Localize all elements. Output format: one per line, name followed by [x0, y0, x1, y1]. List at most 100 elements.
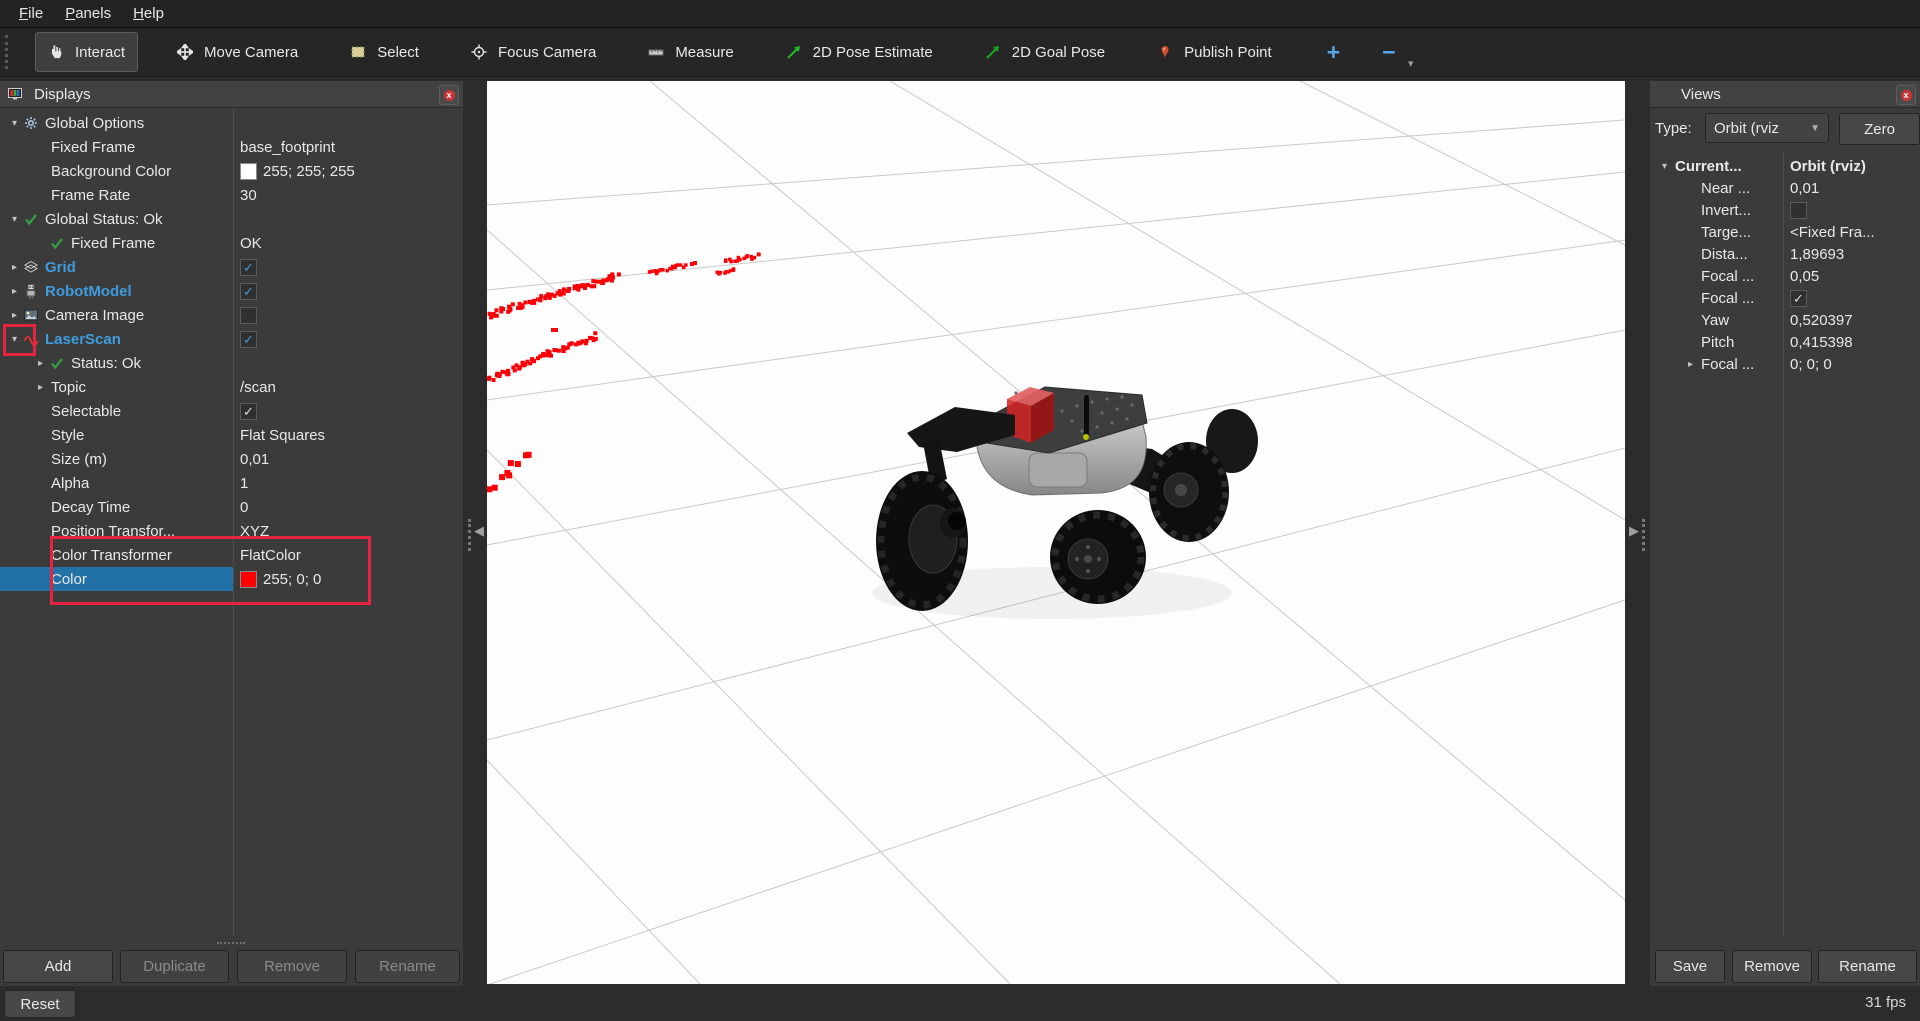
views-panel-titlebar[interactable]: Views x [1650, 81, 1920, 108]
expand-arrow-icon[interactable]: ▸ [6, 310, 23, 321]
tree-row-global-status-ok[interactable]: ▾Global Status: Ok [0, 207, 463, 231]
menu-file[interactable]: File [8, 2, 54, 25]
splitter-grip[interactable] [468, 519, 471, 551]
checkbox-unchecked[interactable] [240, 307, 257, 324]
expand-arrow-icon[interactable]: ▸ [6, 286, 23, 297]
panel-resize-handle[interactable] [217, 942, 245, 944]
add-display-button[interactable]: Add [3, 950, 113, 983]
tree-row-background-color[interactable]: Background Color255; 255; 255 [0, 159, 463, 183]
tree-row-topic[interactable]: ▸Topic/scan [0, 375, 463, 399]
remove-view-button[interactable]: Remove [1732, 950, 1812, 983]
toolbar-drag-handle[interactable] [5, 35, 13, 69]
tool-move-camera[interactable]: Move Camera [164, 32, 311, 72]
value-text[interactable]: base_footprint [240, 139, 335, 156]
tree-row-dista[interactable]: Dista...1,89693 [1650, 243, 1920, 265]
value-text[interactable]: 255; 255; 255 [263, 163, 355, 180]
value-text[interactable]: 0,01 [1790, 180, 1819, 197]
tool-interact[interactable]: Interact [35, 32, 138, 72]
value-text[interactable]: 0,520397 [1790, 312, 1853, 329]
tool-measure[interactable]: Measure [635, 32, 746, 72]
zero-button[interactable]: Zero [1839, 113, 1920, 145]
tool-publish-point[interactable]: Publish Point [1144, 32, 1285, 72]
splitter-grip[interactable] [1642, 519, 1645, 551]
tree-row-targe[interactable]: Targe...<Fixed Fra... [1650, 221, 1920, 243]
value-text[interactable]: 0 [240, 499, 248, 516]
tree-row-position-transfor[interactable]: Position Transfor...XYZ [0, 519, 463, 543]
tree-row-color[interactable]: Color255; 0; 0 [0, 567, 463, 591]
expand-arrow-icon[interactable]: ▸ [32, 382, 49, 393]
value-text[interactable]: 0,415398 [1790, 334, 1853, 351]
color-swatch[interactable] [240, 571, 257, 588]
value-text[interactable]: 30 [240, 187, 257, 204]
value-text[interactable]: 1 [240, 475, 248, 492]
collapse-arrow-icon[interactable]: ▾ [6, 118, 23, 129]
tree-row-global-options[interactable]: ▾Global Options [0, 111, 463, 135]
checkbox-checked[interactable]: ✓ [240, 283, 257, 300]
tree-row-focal[interactable]: Focal ...✓ [1650, 287, 1920, 309]
expand-arrow-icon[interactable]: ▸ [1682, 359, 1699, 370]
close-views-button[interactable]: x [1896, 85, 1916, 105]
right-splitter[interactable]: ▶ [1625, 81, 1650, 986]
tool-2d-goal-pose[interactable]: 2D Goal Pose [972, 32, 1118, 72]
collapse-arrow-icon[interactable]: ▾ [6, 214, 23, 225]
tree-row-camera-image[interactable]: ▸Camera Image [0, 303, 463, 327]
remove-tool-button[interactable]: −▾ [1382, 39, 1395, 66]
tree-row-fixed-frame[interactable]: Fixed FrameOK [0, 231, 463, 255]
tool-select[interactable]: Select [337, 32, 432, 72]
expand-arrow-icon[interactable]: ▸ [32, 358, 49, 369]
reset-button[interactable]: Reset [4, 990, 76, 1018]
tree-row-selectable[interactable]: Selectable✓ [0, 399, 463, 423]
tree-row-focal[interactable]: Focal ...0,05 [1650, 265, 1920, 287]
tree-row-current[interactable]: ▾Current...Orbit (rviz) [1650, 155, 1920, 177]
value-text[interactable]: 1,89693 [1790, 246, 1844, 263]
tool-2d-pose-estimate[interactable]: 2D Pose Estimate [773, 32, 946, 72]
tree-row-status-ok[interactable]: ▸Status: Ok [0, 351, 463, 375]
tree-row-focal[interactable]: ▸Focal ...0; 0; 0 [1650, 353, 1920, 375]
tree-row-invert[interactable]: Invert... [1650, 199, 1920, 221]
tree-row-color-transformer[interactable]: Color TransformerFlatColor [0, 543, 463, 567]
save-view-button[interactable]: Save [1655, 950, 1725, 983]
value-text[interactable]: /scan [240, 379, 276, 396]
menu-help[interactable]: Help [122, 2, 175, 25]
tree-row-decay-time[interactable]: Decay Time0 [0, 495, 463, 519]
checkbox-checked[interactable]: ✓ [240, 331, 257, 348]
view-type-dropdown[interactable]: Orbit (rviz ▼ [1705, 113, 1829, 143]
tool-focus-camera[interactable]: Focus Camera [458, 32, 609, 72]
collapse-left-icon[interactable]: ◀ [474, 523, 484, 539]
value-text[interactable]: 255; 0; 0 [263, 571, 321, 588]
value-text[interactable]: 0,05 [1790, 268, 1819, 285]
menu-panels[interactable]: Panels [54, 2, 122, 25]
expand-arrow-icon[interactable]: ▸ [6, 262, 23, 273]
left-splitter[interactable]: ◀ [463, 81, 487, 986]
add-tool-button[interactable]: + [1327, 39, 1340, 66]
tree-row-style[interactable]: StyleFlat Squares [0, 423, 463, 447]
collapse-arrow-icon[interactable]: ▾ [1656, 161, 1673, 172]
tree-row-fixed-frame[interactable]: Fixed Framebase_footprint [0, 135, 463, 159]
color-swatch[interactable] [240, 163, 257, 180]
close-displays-button[interactable]: x [439, 85, 459, 105]
value-text[interactable]: FlatColor [240, 547, 301, 564]
value-text[interactable]: OK [240, 235, 262, 252]
tree-row-frame-rate[interactable]: Frame Rate30 [0, 183, 463, 207]
tree-row-yaw[interactable]: Yaw0,520397 [1650, 309, 1920, 331]
checkbox-checked[interactable]: ✓ [240, 403, 257, 420]
checkbox-checked[interactable]: ✓ [1790, 290, 1807, 307]
rename-view-button[interactable]: Rename [1818, 950, 1917, 983]
value-text[interactable]: 0; 0; 0 [1790, 356, 1832, 373]
value-text[interactable]: <Fixed Fra... [1790, 224, 1875, 241]
3d-viewport[interactable] [487, 81, 1625, 984]
value-text[interactable]: XYZ [240, 523, 269, 540]
tree-row-laserscan[interactable]: ▾LaserScan✓ [0, 327, 463, 351]
chevron-down-icon[interactable]: ▾ [1408, 57, 1414, 70]
collapse-arrow-icon[interactable]: ▾ [6, 334, 23, 345]
checkbox-unchecked[interactable] [1790, 202, 1807, 219]
value-text[interactable]: 0,01 [240, 451, 269, 468]
tree-row-alpha[interactable]: Alpha1 [0, 471, 463, 495]
checkbox-checked[interactable]: ✓ [240, 259, 257, 276]
tree-row-grid[interactable]: ▸Grid✓ [0, 255, 463, 279]
tree-row-robotmodel[interactable]: ▸RobotModel✓ [0, 279, 463, 303]
value-text[interactable]: Flat Squares [240, 427, 325, 444]
collapse-right-icon[interactable]: ▶ [1629, 523, 1639, 539]
tree-row-size-m[interactable]: Size (m)0,01 [0, 447, 463, 471]
tree-row-pitch[interactable]: Pitch0,415398 [1650, 331, 1920, 353]
